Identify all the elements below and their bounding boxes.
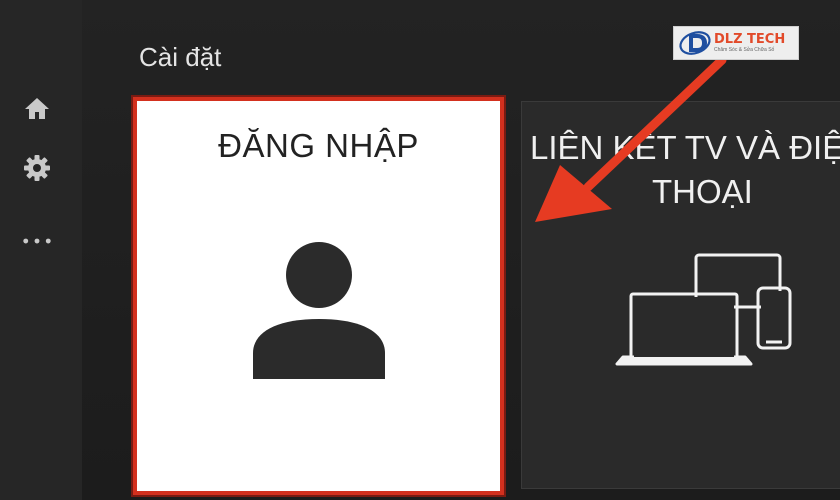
page-title: Cài đặt	[139, 42, 222, 72]
tv-settings-screen: Cài đặt ĐĂNG NHẬP LIÊN KẾT TV VÀ ĐIỆN TH…	[0, 0, 840, 500]
home-icon	[25, 98, 49, 119]
sidebar-item-settings[interactable]	[22, 153, 52, 183]
devices-icon	[615, 253, 792, 366]
sidebar-item-home[interactable]	[22, 93, 52, 123]
logo-mark-icon	[679, 31, 711, 55]
logo-name: DLZ TECH	[714, 31, 786, 47]
sidebar	[0, 0, 82, 500]
sidebar-item-more[interactable]	[22, 226, 52, 256]
gear-icon	[24, 155, 50, 181]
sign-in-card-title: ĐĂNG NHẬP	[218, 127, 419, 164]
link-card-title-line2: THOẠI	[652, 173, 753, 210]
link-tv-phone-card[interactable]: LIÊN KẾT TV VÀ ĐIỆN THOẠI	[521, 101, 840, 489]
logo-tagline: Chăm Sóc & Sửa Chữa Số	[714, 46, 775, 53]
user-icon	[253, 242, 385, 379]
link-tv-phone-card-title: LIÊN KẾT TV VÀ ĐIỆN THOẠI	[530, 126, 840, 214]
link-card-title-line1: LIÊN KẾT TV VÀ ĐIỆN	[530, 129, 840, 166]
more-dots-icon	[23, 238, 51, 244]
sign-in-card[interactable]: ĐĂNG NHẬP	[133, 97, 504, 495]
brand-logo: DLZ TECH Chăm Sóc & Sửa Chữa Số	[673, 26, 799, 60]
